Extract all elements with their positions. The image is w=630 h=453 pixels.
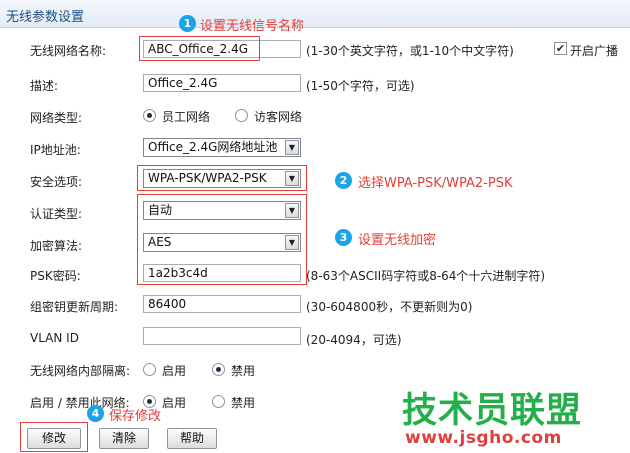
- step-4-note: 保存修改: [109, 409, 162, 424]
- security-label: 安全选项:: [30, 175, 83, 189]
- step-3-note: 设置无线加密: [358, 233, 437, 248]
- radio-network-disable-label: 禁用: [231, 396, 256, 410]
- isolation-label: 无线网络内部隔离:: [30, 364, 131, 378]
- step-2-badge: 2: [335, 172, 352, 189]
- vlan-label: VLAN ID: [30, 331, 79, 345]
- vlan-hint: (20-4094，可选): [306, 333, 402, 347]
- modify-highlight-box: [20, 422, 88, 452]
- step-4-badge: 4: [87, 405, 104, 422]
- radio-staff-network[interactable]: [143, 109, 156, 122]
- group-key-label: 组密钥更新周期:: [30, 300, 119, 314]
- step-1-note: 设置无线信号名称: [200, 19, 305, 34]
- dropdown-arrow-icon: ▼: [285, 140, 299, 155]
- ip-pool-value: Office_2.4G网络地址池: [148, 140, 278, 154]
- ssid-label: 无线网络名称:: [30, 44, 107, 58]
- watermark-url: www.jsgho.com: [405, 428, 562, 448]
- encryption-label: 加密算法:: [30, 239, 83, 253]
- ip-pool-label: IP地址池:: [30, 143, 81, 157]
- watermark-logo: 技术员联盟: [402, 391, 583, 431]
- description-label: 描述:: [30, 79, 59, 93]
- page-title: 无线参数设置: [6, 10, 85, 25]
- clear-button[interactable]: 清除: [99, 428, 149, 449]
- security-highlight-box: [137, 165, 307, 191]
- ssid-hint: (1-30个英文字符，或1-10个中文字符): [306, 44, 514, 58]
- broadcast-label: 开启广播: [570, 44, 619, 58]
- radio-isolation-enable-label: 启用: [162, 364, 187, 378]
- ssid-highlight-box: [139, 36, 260, 61]
- title-bar: 无线参数设置: [0, 0, 630, 28]
- radio-guest-label: 访客网络: [254, 110, 303, 124]
- description-input[interactable]: Office_2.4G: [143, 74, 301, 92]
- ip-pool-select[interactable]: Office_2.4G网络地址池 ▼: [143, 138, 301, 157]
- radio-isolation-disable-label: 禁用: [231, 364, 256, 378]
- group-key-hint: (30-604800秒，不更新则为0): [306, 300, 473, 314]
- radio-network-disable[interactable]: [212, 395, 225, 408]
- network-type-label: 网络类型:: [30, 111, 83, 125]
- radio-staff-label: 员工网络: [162, 110, 211, 124]
- psk-hint: (8-63个ASCII码字符或8-64个十六进制字符): [306, 269, 546, 283]
- step-1-badge: 1: [179, 15, 196, 32]
- encryption-highlight-box: [137, 194, 307, 285]
- auth-type-label: 认证类型:: [30, 207, 83, 221]
- radio-isolation-enable[interactable]: [143, 363, 156, 376]
- group-key-input[interactable]: 86400: [143, 295, 301, 313]
- radio-network-enable-label: 启用: [162, 396, 187, 410]
- help-button[interactable]: 帮助: [167, 428, 217, 449]
- description-hint: (1-50个字符，可选): [306, 79, 415, 93]
- radio-isolation-disable[interactable]: [212, 363, 225, 376]
- radio-guest-network[interactable]: [235, 109, 248, 122]
- psk-label: PSK密码:: [30, 269, 81, 283]
- vlan-input[interactable]: [143, 327, 301, 345]
- step-3-badge: 3: [335, 229, 352, 246]
- step-2-note: 选择WPA-PSK/WPA2-PSK: [358, 176, 513, 191]
- broadcast-checkbox[interactable]: ✔: [554, 42, 567, 55]
